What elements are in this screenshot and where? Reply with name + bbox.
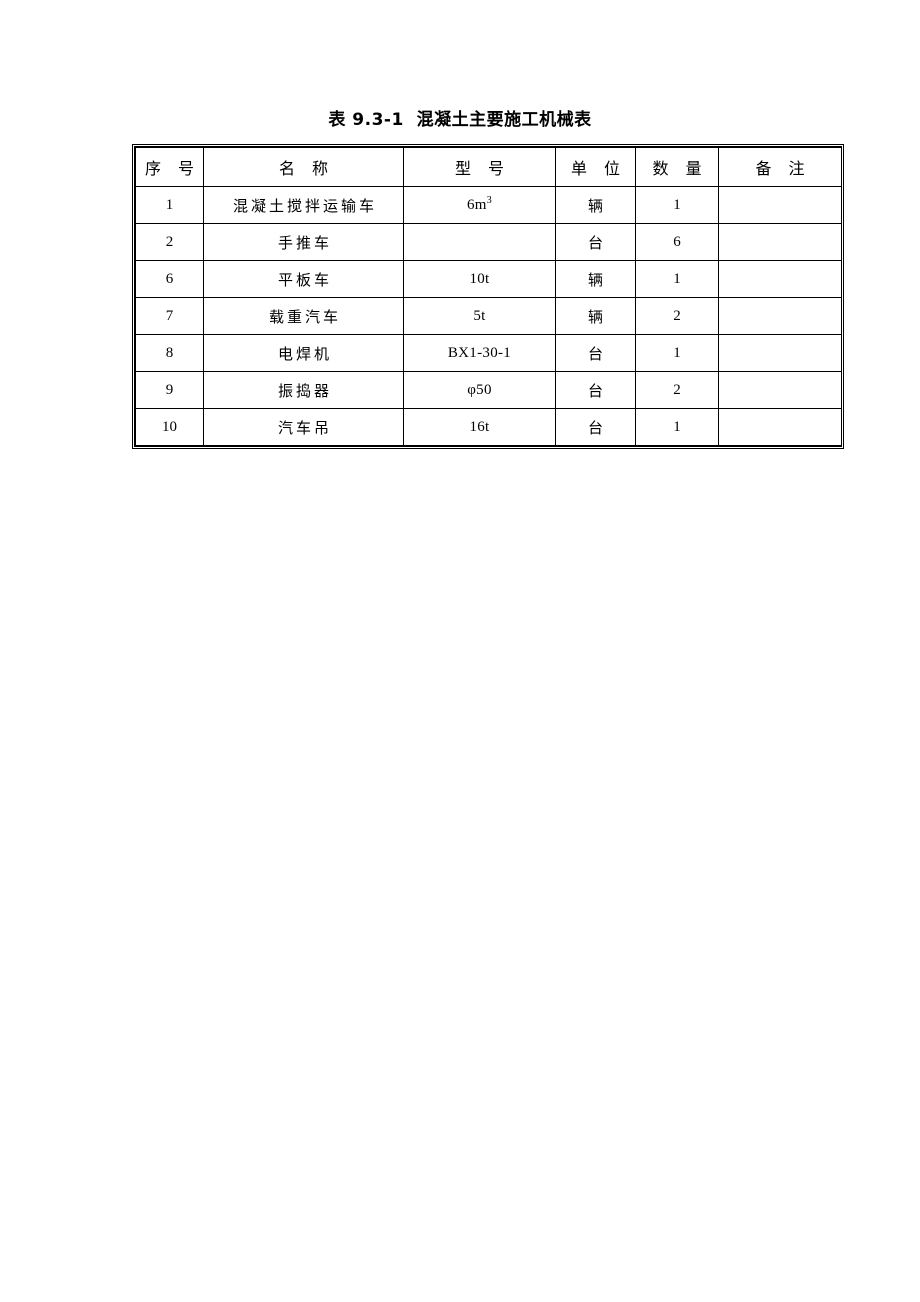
cell-quantity: 1 [635, 334, 719, 372]
cell-quantity: 1 [635, 408, 719, 446]
cell-remark [718, 297, 842, 335]
cell-name: 汽车吊 [203, 408, 404, 446]
cell-quantity: 1 [635, 260, 719, 298]
cell-model-text: 5t [473, 307, 486, 324]
cell-name: 振捣器 [203, 371, 404, 409]
cell-model: 16t [403, 408, 556, 446]
cell-model: φ50 [403, 371, 556, 409]
cell-quantity: 2 [635, 297, 719, 335]
cell-model-text: BX1-30-1 [447, 344, 512, 361]
table-row: 1 混凝土搅拌运输车 6m3 辆 1 [135, 186, 842, 224]
cell-model: 10t [403, 260, 556, 298]
cell-name: 电焊机 [203, 334, 404, 372]
table-row: 2 手推车 台 6 [135, 223, 842, 261]
cell-remark [718, 260, 842, 298]
table-header: 序 号 名 称 型 号 单 位 数 量 备 注 [135, 147, 842, 187]
cell-model-text: φ50 [467, 381, 492, 398]
mechanical-equipment-table: 序 号 名 称 型 号 单 位 数 量 备 注 1 混凝土搅拌运输车 6m3 辆… [135, 147, 842, 446]
cell-sequence: 7 [135, 297, 204, 335]
cell-sequence: 10 [135, 408, 204, 446]
table-row: 7 载重汽车 5t 辆 2 [135, 297, 842, 335]
cell-name: 平板车 [203, 260, 404, 298]
column-header-remark: 备 注 [718, 147, 842, 187]
column-header-sequence: 序 号 [135, 147, 204, 187]
cell-remark [718, 334, 842, 372]
mechanical-equipment-table-frame: 序 号 名 称 型 号 单 位 数 量 备 注 1 混凝土搅拌运输车 6m3 辆… [132, 144, 844, 449]
document-page: 表 9.3-1 混凝土主要施工机械表 序 号 名 称 型 号 单 位 数 量 备… [0, 0, 920, 1302]
cell-model-text: 16t [469, 418, 490, 435]
cell-sequence: 9 [135, 371, 204, 409]
cell-quantity: 2 [635, 371, 719, 409]
cell-sequence: 8 [135, 334, 204, 372]
cell-model-text: 6m [466, 196, 487, 213]
cell-name: 载重汽车 [203, 297, 404, 335]
cell-quantity: 1 [635, 186, 719, 224]
cell-unit: 台 [555, 408, 636, 446]
table-row: 6 平板车 10t 辆 1 [135, 260, 842, 298]
cell-remark [718, 223, 842, 261]
table-row: 10 汽车吊 16t 台 1 [135, 408, 842, 446]
cell-sequence: 1 [135, 186, 204, 224]
cell-model: BX1-30-1 [403, 334, 556, 372]
cell-unit: 辆 [555, 186, 636, 224]
column-header-name: 名 称 [203, 147, 404, 187]
cell-unit: 台 [555, 371, 636, 409]
cell-model: 5t [403, 297, 556, 335]
cell-name: 手推车 [203, 223, 404, 261]
column-header-model: 型 号 [403, 147, 556, 187]
cell-sequence: 2 [135, 223, 204, 261]
cell-remark [718, 371, 842, 409]
cell-model-text: 10t [469, 270, 490, 287]
table-row: 8 电焊机 BX1-30-1 台 1 [135, 334, 842, 372]
cell-unit: 辆 [555, 297, 636, 335]
cell-model [403, 223, 556, 261]
cell-quantity: 6 [635, 223, 719, 261]
column-header-quantity: 数 量 [635, 147, 719, 187]
cell-model: 6m3 [403, 186, 556, 224]
cell-remark [718, 408, 842, 446]
table-header-row: 序 号 名 称 型 号 单 位 数 量 备 注 [135, 147, 842, 187]
cell-unit: 辆 [555, 260, 636, 298]
cell-unit: 台 [555, 223, 636, 261]
cell-unit: 台 [555, 334, 636, 372]
table-row: 9 振捣器 φ50 台 2 [135, 371, 842, 409]
table-body: 1 混凝土搅拌运输车 6m3 辆 1 2 手推车 台 6 6 平板车 10t 辆… [135, 186, 842, 446]
column-header-unit: 单 位 [555, 147, 636, 187]
cell-model-superscript: 3 [486, 194, 493, 206]
cell-sequence: 6 [135, 260, 204, 298]
table-caption: 表 9.3-1 混凝土主要施工机械表 [328, 110, 592, 130]
cell-remark [718, 186, 842, 224]
cell-name: 混凝土搅拌运输车 [203, 186, 404, 224]
